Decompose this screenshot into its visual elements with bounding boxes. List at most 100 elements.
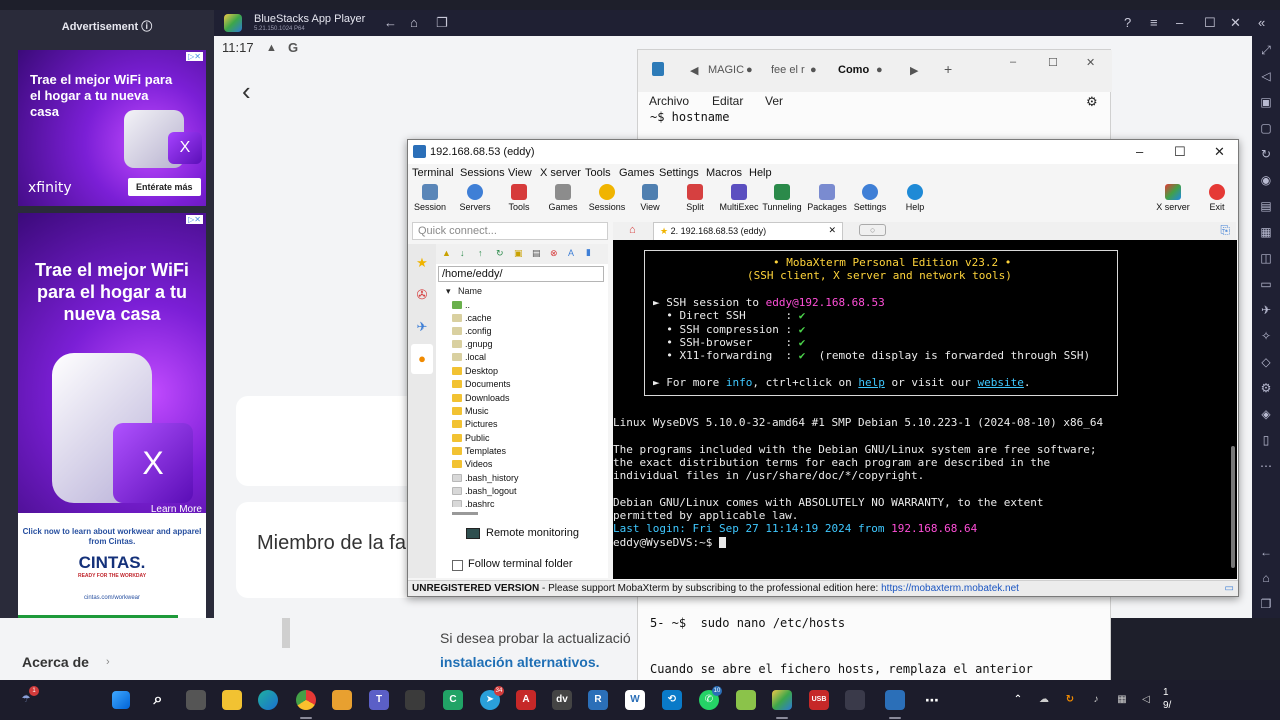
volume-icon[interactable]: ◁ [1136, 690, 1156, 710]
app-icon[interactable]: dv [552, 690, 572, 710]
file-explorer-icon[interactable] [222, 690, 242, 710]
eco-icon[interactable]: ⚙ [1258, 380, 1274, 396]
file-row[interactable]: Templates [452, 446, 506, 459]
status-monitor-icon[interactable]: ▭ [1225, 583, 1234, 594]
remote-monitoring-button[interactable]: Remote monitoring [486, 527, 579, 539]
home-icon[interactable]: ⌂ [410, 15, 418, 30]
alternative-install-link[interactable]: instalación alternativos. [440, 654, 600, 670]
menu-settings[interactable]: Settings [659, 167, 699, 179]
mobaxterm-taskbar-icon[interactable] [885, 690, 905, 710]
name-column-header[interactable]: ▾ Name [446, 286, 482, 297]
apk-icon[interactable]: ▦ [1258, 224, 1274, 240]
file-row[interactable]: Music [452, 406, 489, 419]
info-link[interactable]: info [726, 376, 753, 389]
shell-prompt[interactable]: eddy@WyseDVS:~$ [613, 536, 726, 549]
back-button[interactable]: ‹ [242, 76, 251, 107]
file-row[interactable]: .. [452, 300, 470, 313]
file-row[interactable]: .cache [452, 313, 492, 326]
folder-up-icon[interactable]: ▲ [442, 248, 451, 258]
new-tab-icon[interactable]: + [944, 61, 952, 77]
keyboard-icon[interactable]: ▣ [1258, 94, 1274, 110]
file-row[interactable]: .bash_logout [452, 486, 517, 499]
new-folder-icon[interactable]: ▣ [514, 248, 523, 259]
file-row[interactable]: Videos [452, 459, 492, 472]
maximize-icon[interactable]: ☐ [1174, 144, 1186, 160]
monitor-app-icon[interactable] [405, 690, 425, 710]
file-row[interactable]: .local [452, 352, 486, 365]
start-menu-icon[interactable] [112, 691, 130, 709]
maximize-icon[interactable]: ☐ [1204, 15, 1216, 31]
macro-icon[interactable]: ▤ [1258, 198, 1274, 214]
file-row[interactable]: .bash_history [452, 473, 519, 486]
nav-back-icon[interactable]: ← [1258, 544, 1274, 560]
collapse-sidebar-icon[interactable]: « [1258, 15, 1265, 30]
file-row[interactable]: .config [452, 326, 492, 339]
delete-icon[interactable]: ⊗ [550, 248, 558, 259]
menu-icon[interactable]: ≡ [1150, 15, 1158, 30]
sftp-tab[interactable]: ● [411, 344, 433, 374]
help-link[interactable]: help [858, 376, 885, 389]
view-button[interactable]: View [626, 182, 674, 212]
quick-connect-input[interactable]: Quick connect... [412, 222, 608, 240]
tools-button[interactable]: Tools [495, 182, 543, 212]
word-app-icon[interactable]: W [625, 690, 645, 710]
close-icon[interactable]: ✕ [1214, 144, 1225, 160]
file-row[interactable]: .gnupg [452, 339, 493, 352]
teams-icon[interactable]: T [369, 690, 389, 710]
bluestacks-taskbar-icon[interactable] [772, 690, 792, 710]
antivirus-icon[interactable]: ☁ [1034, 690, 1054, 710]
nav-recents-icon[interactable]: ❐ [1258, 596, 1274, 612]
network-icon[interactable]: ▦ [1112, 690, 1132, 710]
package-app-icon[interactable] [736, 690, 756, 710]
acrobat-icon[interactable]: A [516, 690, 536, 710]
task-view-icon[interactable] [186, 690, 206, 710]
nav-home-icon[interactable]: ⌂ [1258, 570, 1274, 586]
gamepad-icon[interactable]: ◉ [1258, 172, 1274, 188]
download-icon[interactable]: ↓ [460, 248, 465, 258]
screenshot-icon[interactable]: ◫ [1258, 250, 1274, 266]
multiexec-button[interactable]: MultiExec [715, 182, 763, 212]
xfinity-ad-large[interactable]: ▷✕ Trae el mejor WiFi para el hogar a tu… [18, 213, 206, 513]
rotate-icon[interactable]: ↻ [1258, 146, 1274, 162]
tunneling-button[interactable]: Tunneling [758, 182, 806, 212]
acerca-de-link[interactable]: Acerca de [22, 654, 89, 670]
folder-icon[interactable]: ▭ [1258, 276, 1274, 292]
sessions-star-tab[interactable]: ★ [411, 248, 433, 278]
search-icon[interactable]: ⌕ [148, 690, 168, 710]
file-row[interactable]: Pictures [452, 419, 498, 432]
tab-close-icon[interactable]: ✕ [828, 225, 836, 236]
new-tab-button[interactable]: ○ [859, 224, 887, 236]
volume-icon[interactable]: ◁ [1258, 68, 1274, 84]
red-app-icon[interactable] [845, 690, 865, 710]
split-button[interactable]: Split [671, 182, 719, 212]
menu-editar[interactable]: Editar [712, 94, 743, 108]
rename-icon[interactable]: A [568, 248, 574, 258]
cintas-ad[interactable]: Click now to learn about workwear and ap… [18, 513, 206, 618]
menu-terminal[interactable]: Terminal [412, 167, 454, 179]
website-link[interactable]: website [978, 376, 1024, 389]
menu-sessions[interactable]: Sessions [460, 167, 505, 179]
mobatek-link[interactable]: https://mobaxterm.mobatek.net [881, 583, 1019, 594]
file-row[interactable]: Desktop [452, 366, 498, 379]
terminal-output[interactable]: • MobaXterm Personal Edition v23.2 • (SS… [613, 240, 1237, 579]
airplane-icon[interactable]: ✈ [1258, 302, 1274, 318]
close-icon[interactable]: ✕ [1086, 56, 1095, 69]
erase-icon[interactable]: ◇ [1258, 354, 1274, 370]
menu-archivo[interactable]: Archivo [649, 94, 689, 108]
xfinity-ad-small[interactable]: ▷✕ Trae el mejor WiFi para el hogar a tu… [18, 50, 206, 206]
sync-icon[interactable]: ↻ [1060, 690, 1080, 710]
packages-button[interactable]: Packages [803, 182, 851, 212]
terminal-tab[interactable]: ★ 2. 192.168.68.53 (eddy) ✕ [653, 222, 843, 240]
session-button[interactable]: Session [406, 182, 454, 212]
xserver-button[interactable]: X server [1149, 182, 1197, 212]
menu-ver[interactable]: Ver [765, 94, 783, 108]
sessions-button[interactable]: Sessions [583, 182, 631, 212]
maximize-icon[interactable]: ☐ [1048, 56, 1058, 69]
menu-xserver[interactable]: X server [540, 167, 581, 179]
menu-view[interactable]: View [508, 167, 532, 179]
terminal-scrollbar[interactable] [1231, 446, 1235, 568]
file-row[interactable]: .bashrc [452, 499, 495, 507]
attach-icon[interactable]: ⎘ [1220, 223, 1230, 238]
notepad-tab-2[interactable]: fee el r [771, 64, 805, 76]
permissions-icon[interactable]: ▮ [586, 247, 591, 258]
